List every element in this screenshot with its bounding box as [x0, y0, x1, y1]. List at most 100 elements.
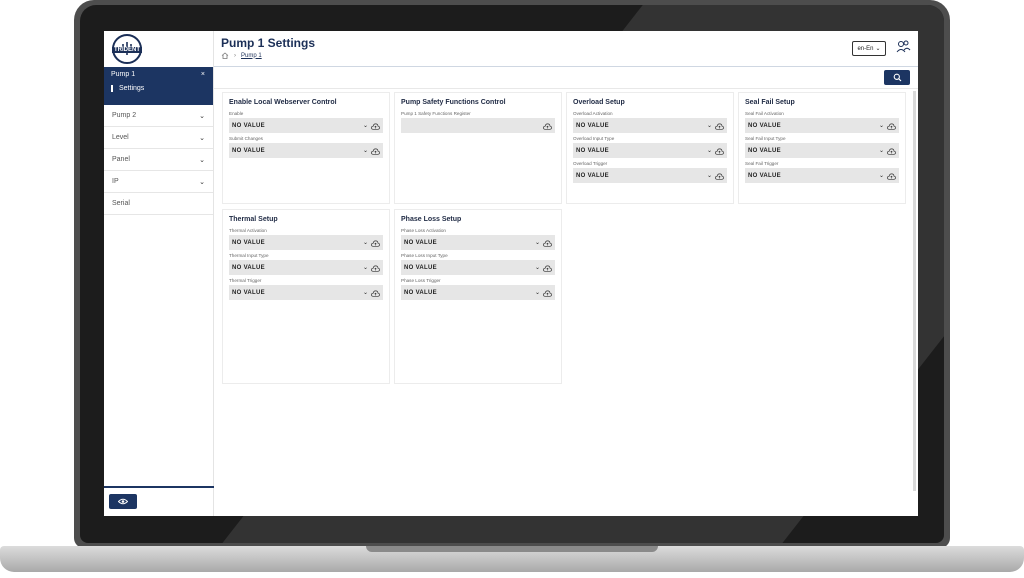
setting-select[interactable]: NO VALUE ⌄ [401, 260, 555, 275]
sidebar-item-label: Pump 1 [111, 71, 136, 78]
sidebar-item-level[interactable]: Level ⌄ [104, 127, 213, 149]
chevron-down-icon[interactable]: ⌄ [879, 122, 884, 129]
sidebar-item-label: IP [112, 178, 119, 185]
chevron-down-icon[interactable]: ⌄ [363, 122, 368, 129]
field-label: Overload Input Type [573, 136, 615, 141]
sidebar-item-pump-1[interactable]: Pump 1 × Settings [104, 67, 213, 105]
setting-select[interactable]: NO VALUE ⌄ [229, 143, 383, 158]
cloud-upload-icon[interactable] [371, 117, 380, 135]
chevron-down-icon[interactable]: ⌄ [363, 147, 368, 154]
cloud-upload-icon[interactable] [543, 259, 552, 277]
laptop-base-notch [366, 546, 658, 552]
sidebar-subitem-settings[interactable]: Settings [111, 85, 206, 92]
sidebar-menu: Pump 2 ⌄ Level ⌄ Panel ⌄ IP ⌄ Serial [104, 105, 213, 215]
field-actions: ⌄ [535, 284, 552, 302]
chevron-down-icon: ⌄ [875, 46, 881, 52]
breadcrumb: › Pump 1 [221, 52, 262, 59]
field-label: Phase Loss Input Type [401, 253, 448, 258]
chevron-down-icon[interactable]: ⌄ [535, 264, 540, 271]
field-label: Pump 1 Safety Functions Register [401, 111, 471, 116]
chevron-down-icon[interactable]: ⌄ [363, 264, 368, 271]
setting-select[interactable]: NO VALUE ⌄ [229, 285, 383, 300]
cloud-upload-icon[interactable] [371, 259, 380, 277]
cloud-upload-icon[interactable] [543, 234, 552, 252]
field-value: NO VALUE [404, 239, 437, 246]
language-select[interactable]: en-En ⌄ [852, 41, 886, 56]
sidebar: TRIDENT Pump 1 × Settings Pump 2 ⌄ Level ⌄ P… [104, 31, 214, 516]
setting-select[interactable]: NO VALUE ⌄ [573, 168, 727, 183]
field-value: NO VALUE [748, 172, 781, 179]
setting-select[interactable]: NO VALUE ⌄ [229, 118, 383, 133]
sidebar-item-label: Pump 2 [112, 112, 137, 119]
cloud-upload-icon[interactable] [715, 142, 724, 160]
settings-card-overload-setup: Overload Setup Overload Activation NO VALU… [566, 92, 734, 204]
home-icon[interactable] [221, 52, 229, 59]
chevron-down-icon[interactable]: ⌄ [879, 147, 884, 154]
cloud-upload-icon[interactable] [887, 167, 896, 185]
cloud-upload-icon[interactable] [887, 117, 896, 135]
chevron-down-icon[interactable]: ⌄ [707, 122, 712, 129]
field-actions: ⌄ [707, 142, 724, 160]
chevron-down-icon[interactable]: ⌄ [707, 147, 712, 154]
field-actions [543, 117, 552, 135]
close-icon[interactable]: × [201, 71, 205, 78]
sidebar-footer [104, 486, 214, 516]
chevron-down-icon[interactable]: ⌄ [363, 289, 368, 296]
breadcrumb-link[interactable]: Pump 1 [241, 53, 262, 59]
field-actions: ⌄ [707, 117, 724, 135]
search-icon [893, 73, 901, 82]
cloud-upload-icon[interactable] [715, 117, 724, 135]
field-label: Seal Fail Input Type [745, 136, 786, 141]
chevron-down-icon: ⌄ [199, 178, 205, 186]
scrollbar[interactable] [913, 91, 916, 491]
setting-select[interactable] [401, 118, 555, 133]
user-switch-icon[interactable] [894, 38, 912, 56]
cloud-upload-icon[interactable] [371, 234, 380, 252]
chevron-down-icon[interactable]: ⌄ [363, 239, 368, 246]
field-actions: ⌄ [363, 284, 380, 302]
sidebar-item-panel[interactable]: Panel ⌄ [104, 149, 213, 171]
setting-select[interactable]: NO VALUE ⌄ [745, 118, 899, 133]
chevron-down-icon[interactable]: ⌄ [879, 172, 884, 179]
field-value: NO VALUE [232, 122, 265, 129]
setting-select[interactable]: NO VALUE ⌄ [573, 143, 727, 158]
cloud-upload-icon[interactable] [371, 284, 380, 302]
cloud-upload-icon[interactable] [887, 142, 896, 160]
field-value: NO VALUE [404, 289, 437, 296]
sidebar-item-ip[interactable]: IP ⌄ [104, 171, 213, 193]
setting-select[interactable]: NO VALUE ⌄ [229, 260, 383, 275]
cloud-upload-icon[interactable] [715, 167, 724, 185]
field-value: NO VALUE [404, 264, 437, 271]
setting-select[interactable]: NO VALUE ⌄ [745, 168, 899, 183]
chevron-down-icon[interactable]: ⌄ [535, 289, 540, 296]
settings-card-phase-loss-setup: Phase Loss Setup Phase Loss Activation NO … [394, 209, 562, 384]
cloud-upload-icon[interactable] [371, 142, 380, 160]
field-label: Submit Changes [229, 136, 263, 141]
field-label: Phase Loss Trigger [401, 278, 441, 283]
setting-select[interactable]: NO VALUE ⌄ [229, 235, 383, 250]
field-actions: ⌄ [363, 117, 380, 135]
card-title: Phase Loss Setup [401, 216, 462, 223]
setting-select[interactable]: NO VALUE ⌄ [401, 235, 555, 250]
settings-card-enable-local-webserver-control: Enable Local Webserver Control Enable NO V… [222, 92, 390, 204]
field-value: NO VALUE [232, 147, 265, 154]
setting-select[interactable]: NO VALUE ⌄ [573, 118, 727, 133]
search-button[interactable] [884, 70, 910, 85]
card-title: Pump Safety Functions Control [401, 99, 506, 106]
chevron-down-icon[interactable]: ⌄ [707, 172, 712, 179]
setting-select[interactable]: NO VALUE ⌄ [745, 143, 899, 158]
cloud-upload-icon[interactable] [543, 284, 552, 302]
setting-select[interactable]: NO VALUE ⌄ [401, 285, 555, 300]
field-actions: ⌄ [363, 234, 380, 252]
chevron-down-icon: ⌄ [199, 134, 205, 142]
field-actions: ⌄ [879, 117, 896, 135]
app-screen: TRIDENT Pump 1 × Settings Pump 2 ⌄ Level ⌄ P… [104, 31, 918, 516]
visibility-toggle-button[interactable] [109, 494, 137, 509]
field-value: NO VALUE [232, 239, 265, 246]
chevron-down-icon[interactable]: ⌄ [535, 239, 540, 246]
field-actions: ⌄ [535, 259, 552, 277]
sidebar-item-serial[interactable]: Serial [104, 193, 213, 215]
sidebar-item-pump-2[interactable]: Pump 2 ⌄ [104, 105, 213, 127]
cloud-upload-icon[interactable] [543, 117, 552, 135]
field-label: Seal Fail Activation [745, 111, 784, 116]
